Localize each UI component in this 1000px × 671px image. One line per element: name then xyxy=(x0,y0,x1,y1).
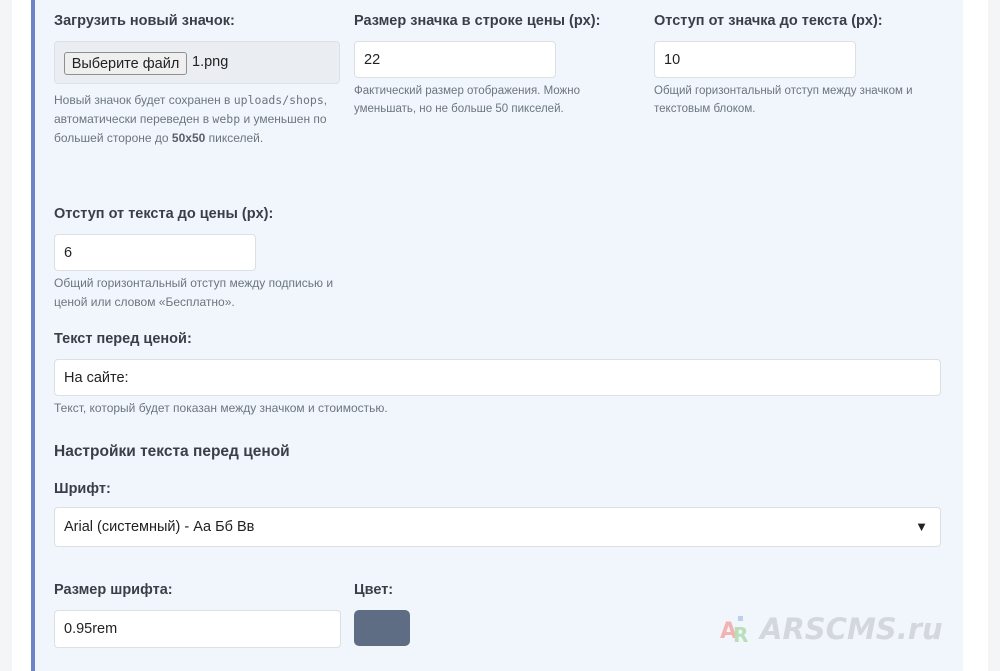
upload-help-text-1: Новый значок будет сохранен в xyxy=(54,93,231,107)
text-settings-title: Настройки текста перед ценой xyxy=(54,443,290,460)
arscms-logo-icon: A R xyxy=(720,616,748,646)
logo-letter-r: R xyxy=(733,623,748,646)
watermark: A R ARSCMS.ru xyxy=(718,612,943,646)
text-gap-help: Общий горизонтальный отступ между подпис… xyxy=(54,276,334,309)
upload-label: Загрузить новый значок: xyxy=(54,13,235,29)
font-size-label: Размер шрифта: xyxy=(54,582,173,598)
color-picker-swatch[interactable] xyxy=(354,610,410,646)
text-gap-value: 6 xyxy=(64,244,73,261)
icon-size-value: 22 xyxy=(364,51,381,68)
font-label: Шрифт: xyxy=(54,481,111,497)
text-gap-input[interactable]: 6 xyxy=(54,234,256,271)
icon-size-input[interactable]: 22 xyxy=(354,41,556,78)
upload-help: Новый значок будет сохранен в uploads/sh… xyxy=(54,91,344,148)
settings-card: Загрузить новый значок: Выберите файл 1.… xyxy=(31,0,963,671)
text-gap-label: Отступ от текста до цены (px): xyxy=(54,206,274,222)
watermark-text: ARSCMS.ru xyxy=(760,612,943,646)
upload-help-format: webp xyxy=(212,112,241,126)
font-select[interactable]: Arial (системный) - Аа Бб Вв ▼ xyxy=(54,507,941,547)
font-size-value: 0.95rem xyxy=(64,621,118,637)
logo-square xyxy=(738,616,743,621)
font-select-value: Arial (системный) - Аа Бб Вв xyxy=(64,519,255,535)
icon-gap-input[interactable]: 10 xyxy=(654,41,856,78)
icon-gap-help: Общий горизонтальный отступ между значко… xyxy=(654,85,913,115)
font-size-input[interactable]: 0.95rem xyxy=(54,610,341,648)
icon-gap-label: Отступ от значка до текста (px): xyxy=(654,13,883,29)
caret-down-icon: ▼ xyxy=(915,519,928,534)
pre-text-label: Текст перед ценой: xyxy=(54,331,192,347)
upload-help-path: uploads/shops xyxy=(233,93,324,107)
upload-help-text-4: пикселей. xyxy=(205,131,264,145)
icon-gap-value: 10 xyxy=(664,51,681,68)
file-input-wrapper: Выберите файл 1.png xyxy=(54,41,340,84)
selected-file-name: 1.png xyxy=(192,54,229,70)
pre-text-input[interactable]: На сайте: xyxy=(54,359,941,396)
icon-size-label: Размер значка в строке цены (px): xyxy=(354,13,601,29)
choose-file-button[interactable]: Выберите файл xyxy=(64,52,187,75)
pre-text-value: На сайте: xyxy=(64,369,129,386)
pre-text-help: Текст, который будет показан между значк… xyxy=(54,401,388,415)
color-label: Цвет: xyxy=(354,582,394,598)
icon-size-help: Фактический размер отображения. Можно ум… xyxy=(354,85,580,115)
upload-help-size: 50x50 xyxy=(171,131,206,145)
